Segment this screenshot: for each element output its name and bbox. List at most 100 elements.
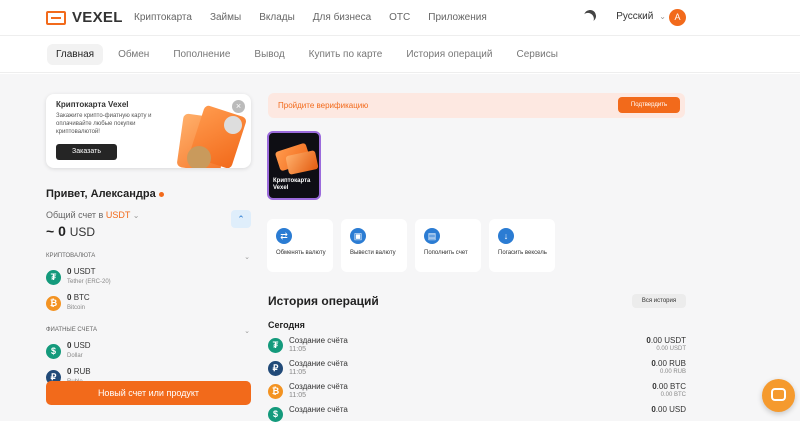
greeting: Привет, Александра [46,188,252,200]
asset-amount: 0 [67,293,72,302]
history-row[interactable]: ₿ Создание счёта 11:05 0.00 BTC 0.00 BTC [268,382,686,405]
tab-services[interactable]: Сервисы [507,44,566,65]
op-title: Создание счёта [289,382,348,391]
chevron-down-icon: ⌄ [244,328,250,335]
list-item[interactable]: $ 0 USD Dollar [46,341,252,361]
op-amount: 0.00 USDT [646,336,686,345]
asset-name: Tether (ERC-20) [67,279,111,285]
tab-history[interactable]: История операций [397,44,501,65]
bitcoin-icon: ₿ [268,384,283,399]
op-title: Создание счёта [289,405,348,414]
tether-icon: ₮ [46,269,61,285]
coin-image [187,146,211,168]
history-title: История операций [268,294,379,308]
coin-image [224,116,242,134]
left-sidebar: Криптокарта Vexel Закажите крипто-фиатну… [46,94,252,405]
chevron-down-icon: ⌄ [132,211,140,220]
asset-code: BTC [73,293,90,302]
exchange-action[interactable]: ⇄ Обменять валюту [267,219,333,272]
asset-amount: 0 [67,267,72,276]
promo-banner: Криптокарта Vexel Закажите крипто-фиатну… [46,94,251,168]
greeting-text: Привет, Александра [46,188,156,200]
total-value: 0 [58,223,66,239]
collapse-button[interactable]: ⌃ [231,210,251,228]
op-amount-frac: .00 RUB [655,359,686,368]
date-group-title: Сегодня [268,320,305,330]
action-label: Пополнить счет [424,250,468,256]
logo[interactable]: VEXEL [46,9,123,26]
tab-home[interactable]: Главная [47,44,104,65]
all-history-button[interactable]: Вся история [632,294,686,308]
crypto-section-header[interactable]: КРИПТОВАЛЮТА ⌄ [46,253,252,261]
total-label-text: Общий счет в [46,210,104,220]
chat-icon [771,388,786,401]
history-row[interactable]: ₽ Создание счёта 11:05 0.00 RUB 0.00 RUB [268,359,686,382]
language-label: Русский [616,10,654,22]
close-icon[interactable]: × [232,100,245,113]
history-list: ₮ Создание счёта 11:05 0.00 USDT 0.00 US… [268,336,686,428]
section-title: КРИПТОВАЛЮТА [46,253,96,259]
tab-withdraw[interactable]: Вывод [245,44,293,65]
op-amount-frac: .00 BTC [656,382,686,391]
verification-text: Пройдите верификацию [278,101,369,110]
order-card-button[interactable]: Заказать [56,144,117,160]
op-amount: 0.00 USD [651,405,686,414]
nav-deposits[interactable]: Вклады [259,12,295,23]
op-sub-amount: 0.00 BTC [660,392,686,398]
op-amount: 0.00 RUB [651,359,686,368]
op-time: 11:05 [289,346,306,353]
tab-buy-by-card[interactable]: Купить по карте [300,44,392,65]
fiat-section-header[interactable]: ФИАТНЫЕ СЧЕТА ⌄ [46,327,252,335]
total-prefix: ~ [46,223,55,239]
history-row[interactable]: $ Создание счёта 0.00 USD [268,405,686,428]
op-time: 11:05 [289,369,306,376]
nav-apps[interactable]: Приложения [428,12,487,23]
ruble-icon: ₽ [268,361,283,376]
op-time: 11:05 [289,392,306,399]
language-selector[interactable]: Русский ⌄ [616,11,666,22]
deposit-action[interactable]: ▤ Пополнить счет [415,219,481,272]
chat-button[interactable] [762,379,795,412]
download-icon: ↓ [498,228,514,244]
card-icon: ▤ [424,228,440,244]
nav-crypto-card[interactable]: Криптокарта [134,12,192,23]
logo-text: VEXEL [72,9,123,26]
action-label: Погасить вексель [498,250,547,256]
confirm-button[interactable]: Подтвердить [618,97,680,113]
verification-banner: Пройдите верификацию Подтвердить [268,93,685,118]
nav-business[interactable]: Для бизнеса [313,12,371,23]
status-dot [158,191,164,197]
main-nav: Криптокарта Займы Вклады Для бизнеса OTC… [134,12,487,23]
repay-bill-action[interactable]: ↓ Погасить вексель [489,219,555,272]
new-account-button[interactable]: Новый счет или продукт [46,381,251,405]
nav-otc[interactable]: OTC [389,12,410,23]
dollar-icon: $ [46,343,61,359]
avatar[interactable]: A [669,9,686,26]
tether-icon: ₮ [268,338,283,353]
wallet-icon: ▣ [350,228,366,244]
story-label: Криптокарта Vexel [273,178,311,191]
withdraw-action[interactable]: ▣ Вывести валюту [341,219,407,272]
list-item[interactable]: ₿ 0 BTC Bitcoin [46,293,252,313]
total-label: Общий счет в USDT ⌄ [46,210,252,220]
moon-icon[interactable] [582,8,597,23]
tab-deposit[interactable]: Пополнение [164,44,239,65]
quick-actions: ⇄ Обменять валюту ▣ Вывести валюту ▤ Поп… [267,219,555,272]
list-item[interactable]: ₮ 0 USDT Tether (ERC-20) [46,267,252,287]
asset-amount: 0 [67,367,72,376]
nav-loans[interactable]: Займы [210,12,241,23]
op-sub-amount: 0.00 USDT [656,346,686,352]
section-title: ФИАТНЫЕ СЧЕТА [46,327,97,333]
asset-code: RUB [73,367,91,376]
chevron-down-icon: ⌄ [244,254,250,261]
asset-name: Bitcoin [67,305,86,311]
op-amount: 0.00 BTC [652,382,686,391]
tab-exchange[interactable]: Обмен [109,44,158,65]
currency-selector[interactable]: USDT ⌄ [106,210,140,220]
exchange-icon: ⇄ [276,228,292,244]
total-balance: ~ 0 USD [46,223,252,239]
history-row[interactable]: ₮ Создание счёта 11:05 0.00 USDT 0.00 US… [268,336,686,359]
sub-navbar: Главная Обмен Пополнение Вывод Купить по… [0,37,800,73]
dollar-icon: $ [268,407,283,422]
story-card[interactable]: Криптокарта Vexel [267,131,321,200]
